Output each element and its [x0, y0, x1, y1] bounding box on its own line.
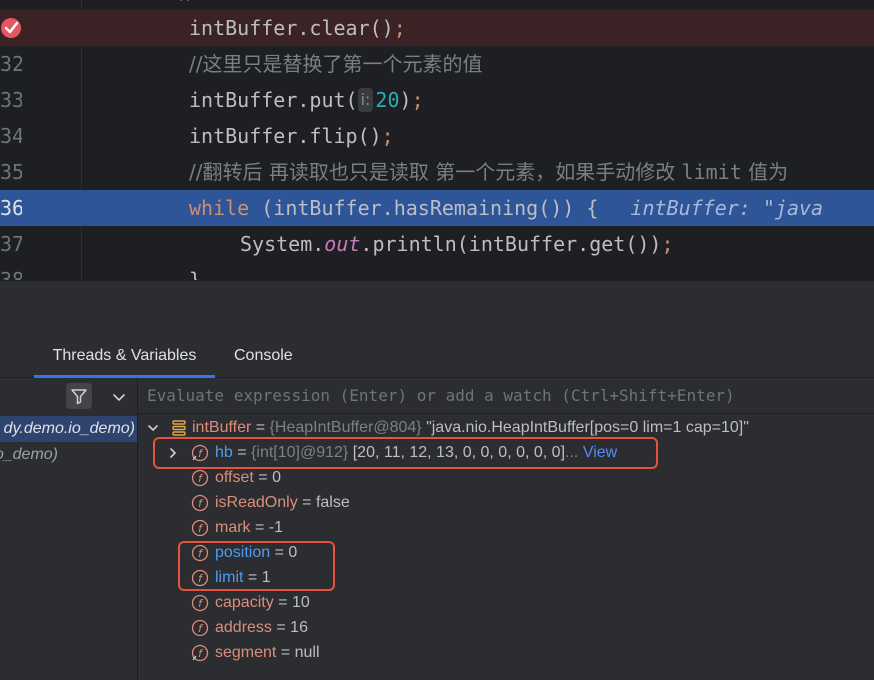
field-icon: f: [191, 619, 209, 637]
inline-debug-value: intBuffer: "java: [630, 196, 824, 220]
frame-item[interactable]: o_demo): [0, 442, 60, 468]
svg-text:f: f: [198, 472, 204, 485]
frame-item-selected[interactable]: dy.demo.io_demo): [0, 416, 137, 442]
chevron-down-icon[interactable]: [146, 421, 160, 435]
field-icon: f: [191, 494, 209, 512]
variable-value: -1: [268, 519, 284, 536]
line-number: 34: [0, 124, 22, 148]
code-comment: //这里只是替换了第一个元素的值: [189, 52, 483, 76]
variable-name: capacity: [215, 594, 274, 611]
filter-button[interactable]: [66, 383, 92, 409]
field-icon: f: [191, 594, 209, 612]
code-comment: //翻转后 再读取也只是读取 第一个元素，如果手动修改 limit 值为: [189, 160, 789, 184]
chevron-down-icon[interactable]: [110, 388, 128, 406]
variable-value: 16: [290, 619, 308, 636]
tab-threads-variables[interactable]: Threads & Variables: [34, 334, 215, 378]
field-icon: f: [191, 519, 209, 537]
panel-splitter[interactable]: [0, 280, 874, 334]
evaluate-expression-input[interactable]: [147, 383, 867, 409]
code-line-execution-point[interactable]: 36 while (intBuffer.hasRemaining()) {int…: [0, 190, 874, 226]
variable-value: 10: [291, 594, 310, 611]
breakpoint-check-icon[interactable]: [0, 17, 22, 39]
variable-row-capacity[interactable]: f capacity = 10: [138, 590, 874, 615]
code-line-partial-top: //: [180, 0, 244, 10]
variable-value: 0: [272, 469, 281, 486]
variable-name: segment: [215, 644, 277, 661]
code-editor[interactable]: // intBuffer.clear(); 32 //这里只是替换了第一个元素的…: [0, 0, 874, 280]
svg-text:f: f: [198, 647, 204, 660]
code-line-partial-bottom: }: [189, 268, 202, 280]
svg-text:f: f: [198, 522, 204, 535]
variable-name: mark: [215, 519, 251, 536]
code-line-37[interactable]: 37 System.out.println(intBuffer.get());: [0, 226, 874, 262]
annotation-box-hb: [153, 437, 658, 469]
debug-tabs: Threads & Variables Console: [0, 334, 874, 378]
code-text: while (intBuffer.hasRemaining()) {intBuf…: [189, 196, 824, 220]
variable-value: "java.nio.HeapIntBuffer[pos=0 lim=1 cap=…: [426, 419, 749, 436]
code-line-33[interactable]: 33 intBuffer.put(i: 20);: [0, 82, 874, 118]
code-text: intBuffer.flip();: [189, 124, 394, 148]
line-number: 37: [0, 232, 22, 256]
variable-name: offset: [215, 469, 254, 486]
svg-text:f: f: [198, 622, 204, 635]
field-icon: f: [191, 469, 209, 487]
code-text: intBuffer.clear();: [189, 16, 406, 40]
line-number: 33: [0, 88, 22, 112]
code-text: intBuffer.put(i: 20);: [189, 88, 424, 112]
variable-value: null: [294, 644, 320, 661]
variable-ref: {HeapIntBuffer@804}: [269, 419, 422, 436]
parameter-hint: i:: [357, 88, 374, 112]
variable-row-segment[interactable]: f segment = null: [138, 640, 874, 665]
svg-text:f: f: [198, 497, 204, 510]
code-line-32[interactable]: 32 //这里只是替换了第一个元素的值: [0, 46, 874, 82]
annotation-box-position-limit: [178, 541, 335, 591]
filter-icon: [71, 389, 87, 405]
variable-row-address[interactable]: f address = 16: [138, 615, 874, 640]
code-text: System.out.println(intBuffer.get());: [240, 232, 674, 256]
tab-console[interactable]: Console: [234, 334, 293, 378]
code-line-35[interactable]: 35 //翻转后 再读取也只是读取 第一个元素，如果手动修改 limit 值为: [0, 154, 874, 190]
line-number: 35: [0, 160, 22, 184]
variable-value: false: [315, 494, 350, 511]
field-icon: f: [191, 644, 209, 662]
variable-row-mark[interactable]: f mark = -1: [138, 515, 874, 540]
code-line-breakpoint[interactable]: intBuffer.clear();: [0, 10, 874, 46]
line-number: 36: [0, 196, 22, 220]
watch-list-icon: [172, 420, 186, 436]
svg-text:f: f: [198, 597, 204, 610]
frames-list[interactable]: dy.demo.io_demo) o_demo): [0, 378, 138, 680]
line-number: 38: [0, 268, 22, 280]
variable-row-isreadonly[interactable]: f isReadOnly = false: [138, 490, 874, 515]
variable-name: address: [215, 619, 272, 636]
variable-name: isReadOnly: [215, 494, 298, 511]
variable-name: intBuffer: [192, 419, 252, 436]
code-line-34[interactable]: 34 intBuffer.flip();: [0, 118, 874, 154]
line-number: 32: [0, 52, 22, 76]
